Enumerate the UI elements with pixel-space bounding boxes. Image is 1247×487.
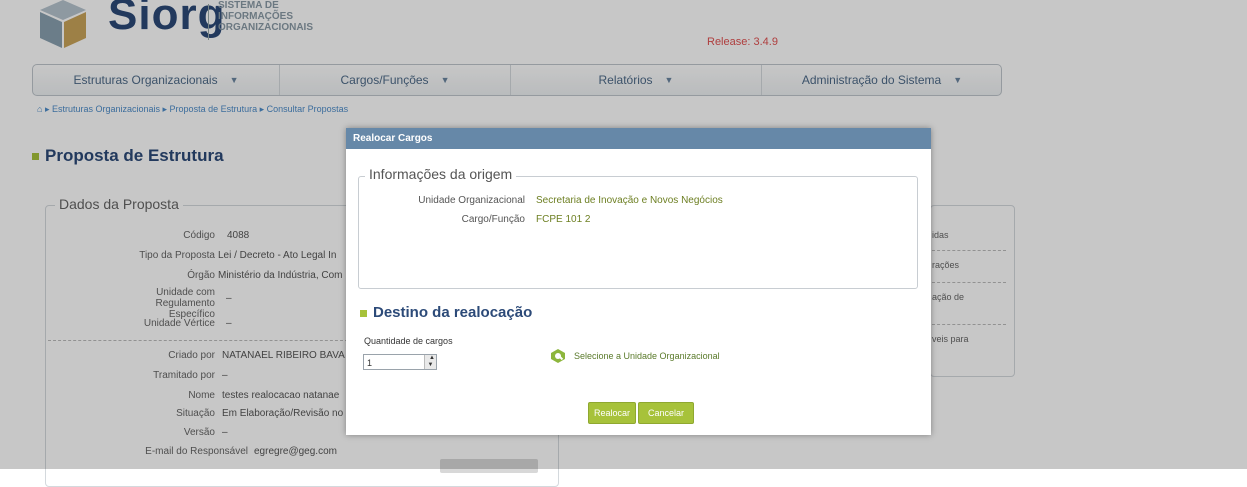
realocar-cargos-dialog: Realocar Cargos Informações da origem Un…: [346, 128, 931, 435]
unidade-value: Secretaria de Inovação e Novos Negócios: [536, 195, 723, 206]
quantidade-label: Quantidade de cargos: [364, 336, 453, 346]
cargo-value: FCPE 101 2: [536, 214, 591, 225]
realocar-button[interactable]: Realocar: [588, 402, 636, 424]
spinner-arrows-icon[interactable]: ▲ ▼: [424, 355, 436, 369]
quantidade-value: 1: [367, 358, 373, 368]
quantidade-stepper[interactable]: 1 ▲ ▼: [363, 354, 437, 370]
select-unit-link[interactable]: Selecione a Unidade Organizacional: [574, 351, 720, 361]
bullet-square-icon: [360, 309, 367, 317]
page: Siorg SISTEMA DE INFORMAÇÕES ORGANIZACIO…: [0, 0, 1247, 487]
select-unit-icon[interactable]: [551, 349, 565, 363]
unidade-label: Unidade Organizacional: [418, 195, 525, 206]
cancelar-button[interactable]: Cancelar: [638, 402, 694, 424]
origem-fieldset: [358, 176, 918, 289]
destino-title: Destino da realocação: [360, 304, 532, 321]
origem-legend: Informações da origem: [365, 166, 517, 182]
dialog-title: Realocar Cargos: [346, 128, 931, 149]
cargo-label: Cargo/Função: [461, 214, 525, 225]
